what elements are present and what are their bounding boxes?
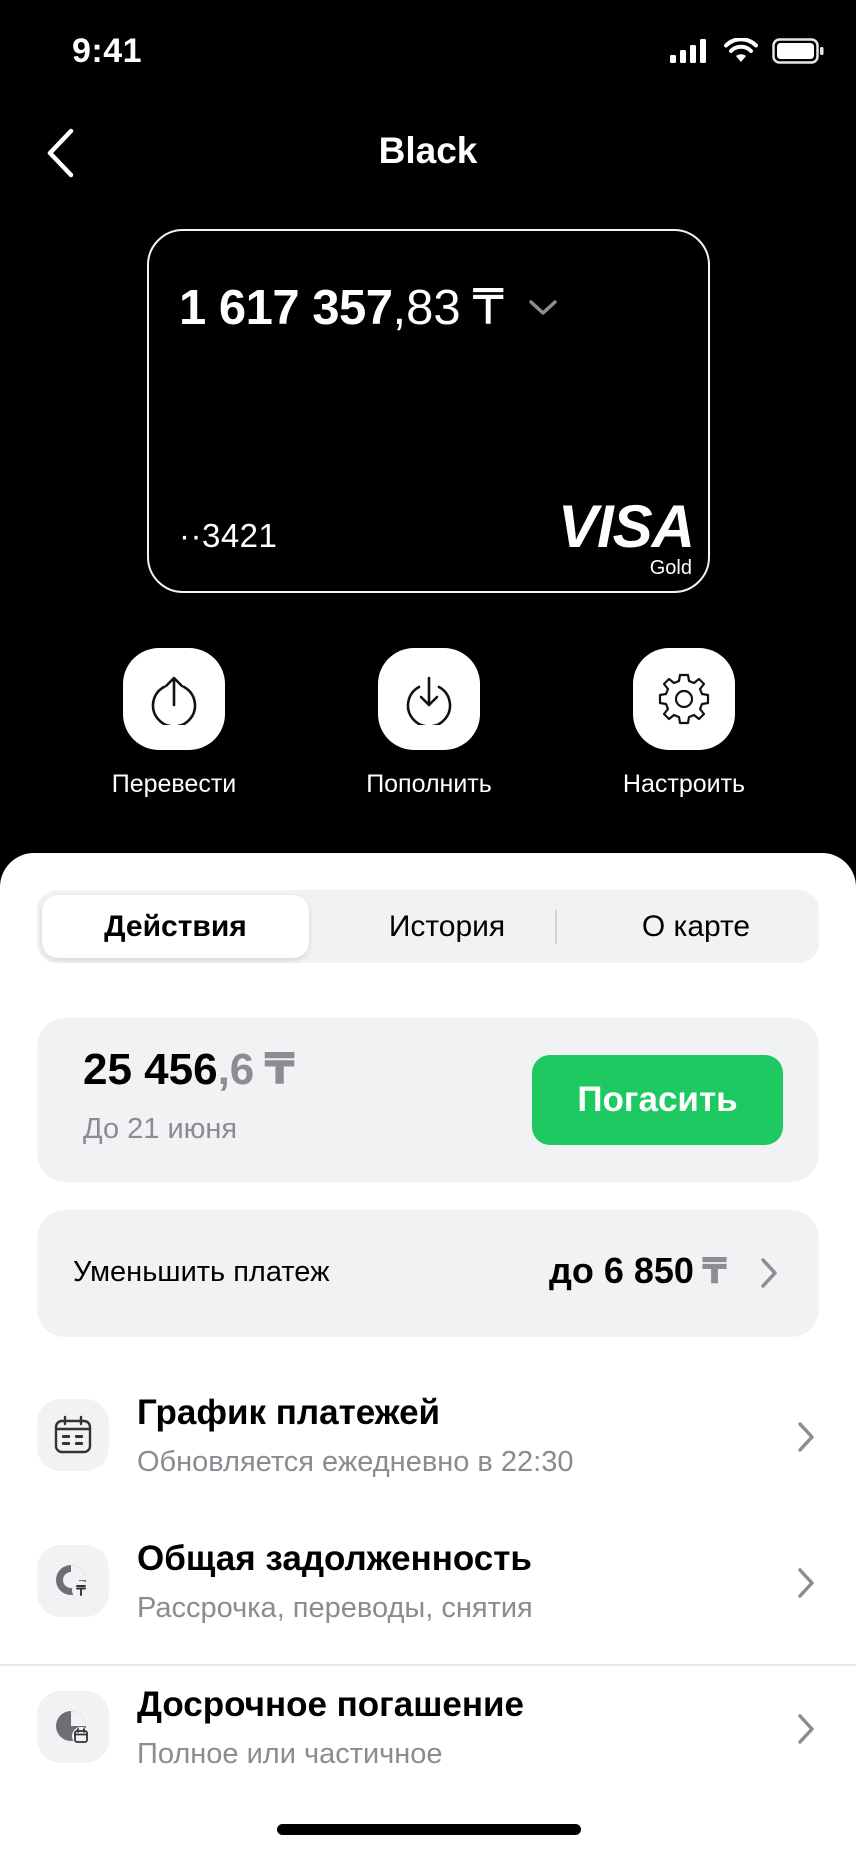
card-number: ··3421 <box>179 517 278 554</box>
top-up-label: Пополнить <box>366 770 492 798</box>
tab-divider <box>555 910 557 944</box>
status-bar: 9:41 <box>0 0 856 110</box>
upload-arrow-icon <box>151 676 197 725</box>
content-sheet: Действия История О карте 25 456,6 ₸ До 21… <box>0 853 856 1853</box>
payment-card: 25 456,6 ₸ До 21 июня Погасить <box>37 1018 819 1182</box>
list-item-title: График платежей <box>137 1393 441 1432</box>
visa-logo: VISA Gold <box>557 493 695 580</box>
chevron-right-icon <box>798 1422 814 1452</box>
debt-pie-icon-wrap <box>37 1545 109 1617</box>
card-balance[interactable]: 1 617 357,83 ₸ <box>179 279 558 336</box>
card-balance-integer: 1 617 357 <box>179 280 393 335</box>
transfer-button[interactable]: Перевести <box>74 648 274 799</box>
tab-actions[interactable]: Действия <box>42 895 309 958</box>
payment-amount-currency: ₸ <box>264 1045 295 1094</box>
list-item-title: Общая задолженность <box>137 1539 532 1578</box>
download-arrow-icon <box>406 676 452 725</box>
reduce-payment-amount: до 6 850 <box>549 1250 694 1291</box>
reduce-payment-currency: ₸ <box>701 1250 727 1291</box>
tab-about-card[interactable]: О карте <box>577 895 815 958</box>
reduce-payment-row[interactable]: Уменьшить платеж до 6 850 ₸ <box>37 1210 819 1337</box>
payment-amount: 25 456,6 ₸ <box>83 1044 295 1095</box>
transfer-label: Перевести <box>111 770 237 798</box>
list-item-title: Досрочное погашение <box>137 1685 524 1724</box>
bank-card[interactable]: 1 617 357,83 ₸ ··3421 VISA Gold <box>147 229 710 593</box>
cellular-signal-icon <box>670 39 706 63</box>
status-time: 9:41 <box>72 32 143 70</box>
list-item-total-debt[interactable]: Общая задолженность Рассрочка, переводы,… <box>0 1511 856 1657</box>
calendar-icon-wrap <box>37 1399 109 1471</box>
transfer-button-circle[interactable] <box>123 648 225 750</box>
settings-button[interactable]: Настроить <box>584 648 784 799</box>
page-title: Black <box>378 130 478 171</box>
early-repayment-icon-wrap <box>37 1691 109 1763</box>
repay-button[interactable]: Погасить <box>532 1055 783 1145</box>
tab-history[interactable]: История <box>327 895 567 958</box>
reduce-payment-label: Уменьшить платеж <box>73 1256 330 1288</box>
list-item-early-repayment[interactable]: Досрочное погашение Полное или частичное <box>0 1657 856 1803</box>
top-up-button-circle[interactable] <box>378 648 480 750</box>
list-item-subtitle: Полное или частичное <box>137 1738 443 1770</box>
chevron-right-icon <box>761 1258 777 1288</box>
list-item-subtitle: Рассрочка, переводы, снятия <box>137 1592 533 1624</box>
card-balance-currency: ₸ <box>472 281 504 335</box>
gear-icon <box>658 673 710 725</box>
calendar-icon <box>54 1415 92 1454</box>
wifi-icon <box>724 38 758 62</box>
chevron-down-icon[interactable] <box>528 299 558 317</box>
card-actions: Перевести Пополнить Настроить <box>0 648 856 808</box>
payment-due-date: До 21 июня <box>83 1113 238 1145</box>
tab-bar: Действия История О карте <box>37 890 819 963</box>
reduce-payment-value: до 6 850 ₸ <box>549 1250 727 1292</box>
card-balance-fraction: ,83 <box>392 280 461 335</box>
payment-amount-integer: 25 456 <box>83 1045 218 1094</box>
debt-pie-icon <box>56 1565 90 1599</box>
early-repayment-icon <box>56 1711 90 1745</box>
settings-label: Настроить <box>622 770 746 798</box>
battery-icon <box>772 38 824 64</box>
chevron-right-icon <box>798 1568 814 1598</box>
chevron-right-icon <box>798 1714 814 1744</box>
settings-button-circle[interactable] <box>633 648 735 750</box>
status-icons <box>670 38 824 64</box>
home-indicator <box>277 1824 581 1835</box>
list-item-payment-schedule[interactable]: График платежей Обновляется ежедневно в … <box>0 1365 856 1511</box>
visa-brand: VISA <box>557 493 695 560</box>
top-up-button[interactable]: Пополнить <box>329 648 529 799</box>
visa-tier: Gold <box>649 557 692 579</box>
nav-bar: Black <box>0 110 856 196</box>
payment-amount-fraction: ,6 <box>217 1045 255 1094</box>
list-item-subtitle: Обновляется ежедневно в 22:30 <box>137 1446 574 1478</box>
